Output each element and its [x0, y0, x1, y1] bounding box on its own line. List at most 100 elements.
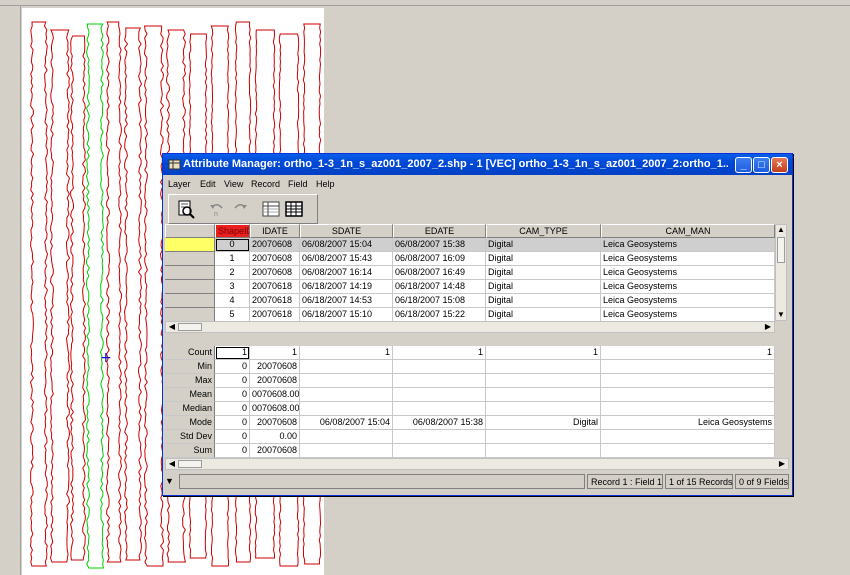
selected-strip-polygon[interactable]: [85, 23, 105, 569]
scroll-thumb[interactable]: [178, 323, 202, 331]
stat-cell[interactable]: [393, 374, 486, 388]
strip-polygon[interactable]: [69, 35, 87, 561]
column-header-sdate[interactable]: SDATE: [300, 224, 393, 238]
table-cell[interactable]: 06/08/2007 16:49: [393, 266, 486, 280]
table-view-icon[interactable]: [284, 199, 304, 219]
stat-cell[interactable]: [601, 402, 775, 416]
stat-cell[interactable]: 0: [215, 360, 250, 374]
row-selector[interactable]: [165, 280, 215, 294]
stat-cell[interactable]: [393, 430, 486, 444]
menu-view[interactable]: View: [224, 179, 243, 189]
stat-cell[interactable]: 06/08/2007 15:38: [393, 416, 486, 430]
column-header-cam-man[interactable]: CAM_MAN: [601, 224, 775, 238]
stat-cell[interactable]: 0070608.00: [250, 402, 300, 416]
table-cell[interactable]: Leica Geosystems: [601, 252, 775, 266]
scroll-down-icon[interactable]: ▼: [776, 310, 786, 320]
stat-cell[interactable]: [486, 360, 601, 374]
menu-help[interactable]: Help: [316, 179, 335, 189]
stat-cell[interactable]: 20070608: [250, 444, 300, 458]
table-cell[interactable]: Leica Geosystems: [601, 280, 775, 294]
single-record-view-icon[interactable]: [261, 199, 281, 219]
stat-cell[interactable]: 0: [215, 430, 250, 444]
stat-cell[interactable]: 1: [215, 346, 250, 360]
stat-cell[interactable]: [393, 402, 486, 416]
table-cell[interactable]: 06/18/2007 15:22: [393, 308, 486, 322]
stat-cell[interactable]: 0070608.00: [250, 388, 300, 402]
table-cell[interactable]: 06/18/2007 15:10: [300, 308, 393, 322]
stat-cell[interactable]: [300, 388, 393, 402]
table-cell[interactable]: Leica Geosystems: [601, 238, 775, 252]
row-selector[interactable]: [165, 238, 215, 252]
table-cell[interactable]: Digital: [486, 266, 601, 280]
stat-cell[interactable]: [300, 402, 393, 416]
title-bar[interactable]: Attribute Manager: ortho_1-3_1n_s_az001_…: [163, 154, 792, 175]
table-cell[interactable]: 06/08/2007 16:14: [300, 266, 393, 280]
menu-field[interactable]: Field: [288, 179, 308, 189]
column-header-idate[interactable]: IDATE: [250, 224, 300, 238]
table-cell[interactable]: Digital: [486, 294, 601, 308]
column-header-cam-type[interactable]: CAM_TYPE: [486, 224, 601, 238]
table-cell[interactable]: Digital: [486, 238, 601, 252]
table-cell[interactable]: Leica Geosystems: [601, 308, 775, 322]
stat-cell[interactable]: [601, 374, 775, 388]
undo-icon[interactable]: n: [207, 199, 227, 219]
table-cell[interactable]: Digital: [486, 252, 601, 266]
table-cell[interactable]: 1: [215, 252, 250, 266]
table-cell[interactable]: Leica Geosystems: [601, 266, 775, 280]
row-selector[interactable]: [165, 294, 215, 308]
scroll-right-icon[interactable]: ▶: [763, 322, 773, 332]
stat-cell[interactable]: [486, 374, 601, 388]
stats-scroll-thumb[interactable]: [178, 460, 202, 468]
stat-cell[interactable]: 0: [215, 416, 250, 430]
table-cell[interactable]: 20070618: [250, 294, 300, 308]
stat-cell[interactable]: 0: [215, 374, 250, 388]
table-cell[interactable]: 06/08/2007 15:38: [393, 238, 486, 252]
close-button[interactable]: ×: [771, 157, 788, 173]
stat-cell[interactable]: 1: [250, 346, 300, 360]
stat-cell[interactable]: 06/08/2007 15:04: [300, 416, 393, 430]
vscroll-thumb[interactable]: [777, 237, 785, 263]
attribute-manager-window[interactable]: Attribute Manager: ortho_1-3_1n_s_az001_…: [162, 153, 793, 496]
table-cell[interactable]: 2: [215, 266, 250, 280]
scroll-left-icon[interactable]: ◀: [167, 322, 177, 332]
stat-cell[interactable]: [300, 374, 393, 388]
maximize-button[interactable]: □: [753, 157, 770, 173]
menu-layer[interactable]: Layer: [168, 179, 191, 189]
table-cell[interactable]: 06/18/2007 14:53: [300, 294, 393, 308]
stat-cell[interactable]: [393, 360, 486, 374]
stats-hscrollbar[interactable]: ◀ ▶: [165, 458, 789, 470]
table-cell[interactable]: 20070618: [250, 280, 300, 294]
table-cell[interactable]: 4: [215, 294, 250, 308]
row-selector[interactable]: [165, 308, 215, 322]
table-hscrollbar[interactable]: ◀ ▶: [165, 321, 775, 333]
table-cell[interactable]: 20070608: [250, 266, 300, 280]
strip-polygon[interactable]: [143, 25, 165, 567]
stat-cell[interactable]: Leica Geosystems: [601, 416, 775, 430]
stat-cell[interactable]: 0: [215, 402, 250, 416]
stat-cell[interactable]: [300, 430, 393, 444]
table-cell[interactable]: 06/08/2007 15:04: [300, 238, 393, 252]
stat-cell[interactable]: [601, 430, 775, 444]
table-cell[interactable]: 06/18/2007 15:08: [393, 294, 486, 308]
scroll-up-icon[interactable]: ▲: [776, 225, 786, 235]
table-cell[interactable]: 06/08/2007 16:09: [393, 252, 486, 266]
stat-cell[interactable]: [300, 360, 393, 374]
stat-cell[interactable]: [393, 388, 486, 402]
stat-cell[interactable]: [486, 444, 601, 458]
stat-cell[interactable]: [601, 444, 775, 458]
table-cell[interactable]: 06/18/2007 14:48: [393, 280, 486, 294]
strip-polygon[interactable]: [29, 21, 49, 567]
stats-scroll-left-icon[interactable]: ◀: [167, 459, 177, 469]
table-vscrollbar[interactable]: ▲ ▼: [775, 224, 787, 321]
minimize-button[interactable]: _: [735, 157, 752, 173]
table-cell[interactable]: 0: [215, 238, 250, 252]
stat-cell[interactable]: [300, 444, 393, 458]
table-cell[interactable]: Leica Geosystems: [601, 294, 775, 308]
table-cell[interactable]: 06/08/2007 15:43: [300, 252, 393, 266]
stat-cell[interactable]: [486, 388, 601, 402]
stat-cell[interactable]: 20070608: [250, 374, 300, 388]
column-header-edate[interactable]: EDATE: [393, 224, 486, 238]
stat-cell[interactable]: 1: [601, 346, 775, 360]
stat-cell[interactable]: 0: [215, 388, 250, 402]
stat-cell[interactable]: 1: [300, 346, 393, 360]
